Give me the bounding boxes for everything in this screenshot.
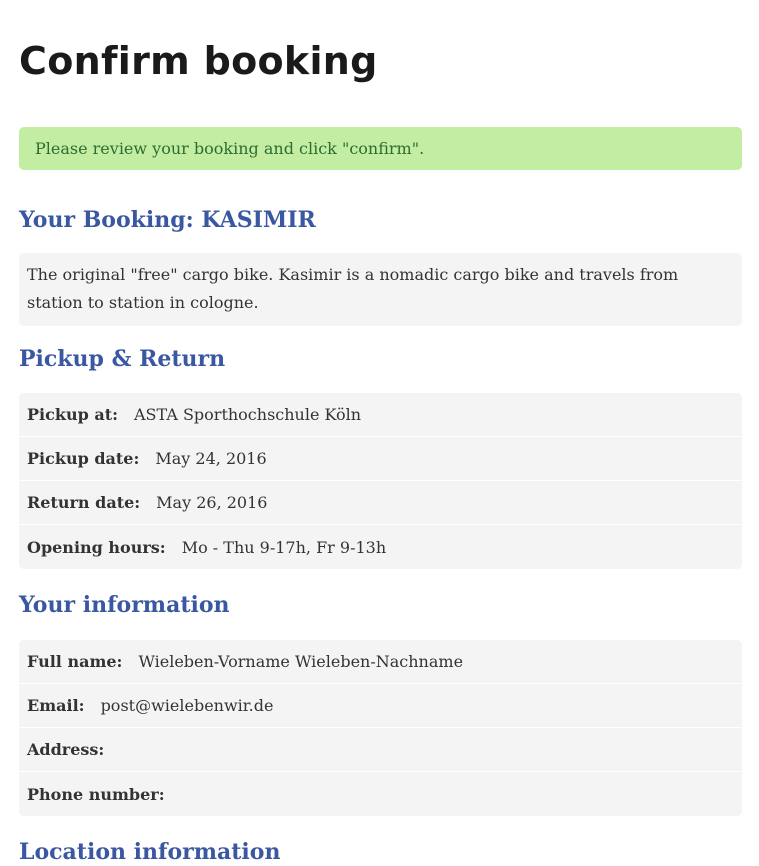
address-row: Address: (19, 728, 742, 772)
opening-hours-value: Mo - Thu 9-17h, Fr 9-13h (181, 537, 387, 557)
pickup-date-label: Pickup date: (27, 449, 140, 468)
booking-description-text: The original "free" cargo bike. Kasimir … (27, 265, 679, 312)
booking-heading: Your Booking: KASIMIR (19, 207, 316, 233)
your-information-table: Full name: Wieleben-Vorname Wieleben-Nac… (19, 640, 742, 816)
email-row: Email: post@wielebenwir.de (19, 684, 742, 728)
phone-number-row: Phone number: (19, 772, 742, 816)
review-notice-text: Please review your booking and click "co… (35, 139, 425, 158)
pickup-date-value: May 24, 2016 (155, 449, 267, 468)
opening-hours-label: Opening hours: (27, 537, 166, 557)
full-name-label: Full name: (27, 652, 123, 671)
full-name-row: Full name: Wieleben-Vorname Wieleben-Nac… (19, 640, 742, 684)
pickup-location-row: Pickup at: ASTA Sporthochschule Köln (19, 393, 742, 437)
email-value: post@wielebenwir.de (100, 696, 274, 715)
your-information-heading: Your information (19, 592, 230, 618)
pickup-return-heading: Pickup & Return (19, 346, 226, 372)
phone-number-label: Phone number: (27, 784, 165, 804)
address-label: Address: (27, 740, 105, 759)
pickup-location-value: ASTA Sporthochschule Köln (134, 405, 362, 424)
page-title: Confirm booking (19, 39, 378, 83)
opening-hours-row: Opening hours: Mo - Thu 9-17h, Fr 9-13h (19, 525, 742, 569)
booking-description: The original "free" cargo bike. Kasimir … (19, 253, 742, 326)
return-date-value: May 26, 2016 (156, 493, 268, 512)
full-name-value: Wieleben-Vorname Wieleben-Nachname (138, 652, 464, 671)
pickup-date-row: Pickup date: May 24, 2016 (19, 437, 742, 481)
return-date-row: Return date: May 26, 2016 (19, 481, 742, 525)
pickup-location-label: Pickup at: (27, 405, 118, 424)
email-label: Email: (27, 696, 85, 715)
review-notice: Please review your booking and click "co… (19, 127, 742, 170)
return-date-label: Return date: (27, 493, 141, 512)
pickup-return-table: Pickup at: ASTA Sporthochschule Köln Pic… (19, 393, 742, 569)
